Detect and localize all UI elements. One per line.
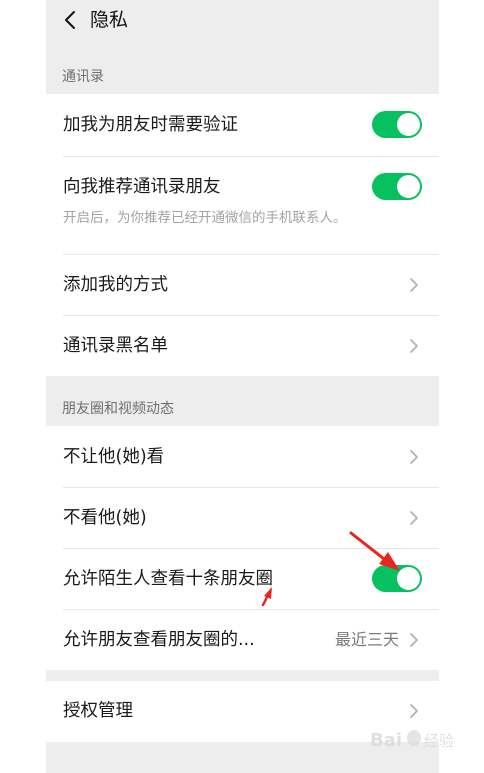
cell-stranger-ten-posts: 允许陌生人查看十条朋友圈 xyxy=(46,548,439,609)
contacts-blacklist-label: 通讯录黑名单 xyxy=(63,336,168,356)
hide-their-moments-label: 不看他(她) xyxy=(63,508,147,528)
friend-verification-label: 加我为朋友时需要验证 xyxy=(63,115,238,135)
back-button[interactable] xyxy=(60,8,80,32)
chevron-left-icon xyxy=(65,11,75,29)
divider xyxy=(63,609,439,610)
recommend-contacts-description: 开启后，为你推荐已经开通微信的手机联系人。 xyxy=(63,210,347,226)
svg-text:Bai: Bai xyxy=(370,730,402,751)
add-me-methods-label: 添加我的方式 xyxy=(63,275,168,295)
divider xyxy=(63,156,439,157)
friends-view-range-label: 允许朋友查看朋友圈的... xyxy=(63,630,255,650)
chevron-right-icon xyxy=(410,339,418,353)
authorization-management-label: 授权管理 xyxy=(63,701,133,721)
cell-contacts-blacklist[interactable]: 通讯录黑名单 xyxy=(46,315,439,376)
svg-text:经验: 经验 xyxy=(424,732,454,750)
stranger-ten-posts-label: 允许陌生人查看十条朋友圈 xyxy=(63,569,273,589)
recommend-contacts-toggle[interactable] xyxy=(372,173,422,200)
toggle-knob xyxy=(397,567,420,590)
cell-friend-verification: 加我为朋友时需要验证 xyxy=(46,94,439,156)
cell-recommend-contacts: 向我推荐通讯录朋友 开启后，为你推荐已经开通微信的手机联系人。 xyxy=(46,156,439,254)
toggle-knob xyxy=(397,175,420,198)
chevron-right-icon xyxy=(410,704,418,718)
toggle-knob xyxy=(397,113,420,136)
hide-my-moments-label: 不让他(她)看 xyxy=(63,447,165,467)
baidu-jingyan-watermark: Bai 经验 xyxy=(370,730,454,751)
cell-hide-my-moments[interactable]: 不让他(她)看 xyxy=(46,426,439,487)
cell-friends-view-range[interactable]: 允许朋友查看朋友圈的... 最近三天 xyxy=(46,609,439,670)
chevron-right-icon xyxy=(410,278,418,292)
friend-verification-toggle[interactable] xyxy=(372,111,422,138)
divider xyxy=(63,254,439,255)
cell-hide-their-moments[interactable]: 不看他(她) xyxy=(46,487,439,548)
divider xyxy=(63,548,439,549)
privacy-settings-screen: 隐私 通讯录 加我为朋友时需要验证 向我推荐通讯录朋友 开启后，为你推荐已经开通… xyxy=(46,0,439,773)
stranger-ten-posts-toggle[interactable] xyxy=(372,565,422,592)
top-bar: 隐私 xyxy=(46,0,439,44)
divider xyxy=(63,315,439,316)
chevron-right-icon xyxy=(410,633,418,647)
divider xyxy=(63,487,439,488)
friends-view-range-value: 最近三天 xyxy=(334,630,399,649)
cell-add-me-methods[interactable]: 添加我的方式 xyxy=(46,254,439,315)
recommend-contacts-label: 向我推荐通讯录朋友 xyxy=(63,177,221,197)
chevron-right-icon xyxy=(410,511,418,525)
chevron-right-icon xyxy=(410,450,418,464)
page-title: 隐私 xyxy=(90,9,129,31)
